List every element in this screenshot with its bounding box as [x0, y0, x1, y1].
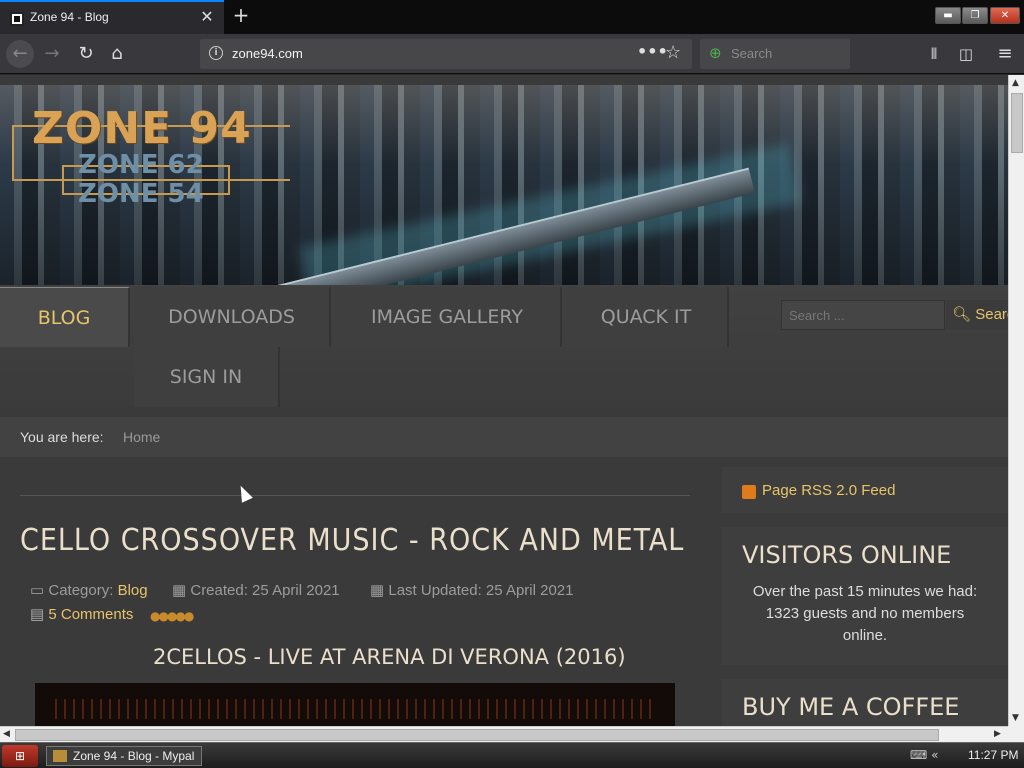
navigation-toolbar: ← → ↻ ⌂ i zone94.com ••• ☆ ⊕ Search ⫴ ◫ … [0, 34, 1024, 74]
scrollbar-corner [1008, 726, 1024, 742]
vertical-scrollbar[interactable]: ▲ ▼ [1008, 75, 1024, 726]
site-search-button[interactable]: 🔍︎ Search [946, 300, 1008, 330]
article-category: ▭ Category: Blog [30, 581, 148, 599]
updated-date: Last Updated: 25 April 2021 [388, 582, 574, 599]
search-engine-icon[interactable]: ⊕ [709, 44, 722, 62]
browser-search-bar[interactable]: ⊕ Search [700, 39, 850, 69]
visitors-panel: VISITORS ONLINE Over the past 15 minutes… [722, 527, 1008, 665]
breadcrumb-home[interactable]: Home [123, 429, 160, 445]
library-icon[interactable]: ⫴ [920, 40, 948, 68]
logo-main: ZONE 94 [32, 103, 252, 154]
restore-button[interactable]: ❐ [962, 7, 988, 24]
folder-icon: ▭ [30, 582, 45, 599]
article-divider [20, 495, 690, 496]
home-icon[interactable]: ⌂ [103, 40, 131, 68]
coffee-panel: BUY ME A COFFEE [722, 679, 1008, 726]
visitors-title: VISITORS ONLINE [742, 541, 952, 569]
logo-sub1: ZONE 62 [78, 150, 204, 180]
search-button-label: Search [975, 306, 1008, 323]
close-window-button[interactable]: ✕ [990, 7, 1020, 24]
logo-sub2: ZONE 54 [78, 179, 204, 209]
tab-zone94[interactable]: Zone 94 - Blog ✕ [0, 0, 224, 34]
browser-search-placeholder[interactable]: Search [731, 46, 772, 61]
scroll-right-icon[interactable]: ▶ [994, 729, 1001, 739]
horizontal-scrollbar[interactable]: ◀ ▶ [0, 726, 1008, 742]
comments-count[interactable]: 5 Comments [48, 606, 133, 623]
site-nav: BLOG DOWNLOADS IMAGE GALLERY QUACK IT SI… [0, 285, 1008, 407]
tab-bar: Zone 94 - Blog ✕ + ▬ ❐ ✕ [0, 0, 1024, 34]
coffee-title: BUY ME A COFFEE [742, 693, 960, 721]
scroll-up-icon[interactable]: ▲ [1012, 78, 1019, 88]
comments-link[interactable]: ▤ 5 Comments [30, 605, 133, 623]
sidebar-icon[interactable]: ◫ [952, 40, 980, 68]
breadcrumb-label: You are here: [20, 429, 104, 445]
taskbar-app-button[interactable]: Zone 94 - Blog - Mypal [46, 746, 202, 766]
visitors-text: Over the past 15 minutes we had: 1323 gu… [752, 583, 978, 644]
tab-title: Zone 94 - Blog [30, 10, 109, 24]
horizontal-scroll-thumb[interactable] [15, 729, 939, 741]
back-arrow-icon[interactable]: ← [6, 40, 34, 68]
rss-icon [742, 485, 756, 499]
url-bar[interactable]: i zone94.com ••• ☆ [200, 39, 692, 69]
start-button[interactable]: ⊞ [2, 745, 38, 767]
nav-sign-in[interactable]: SIGN IN [134, 347, 280, 407]
rating-stars[interactable]: ●●●●● [150, 609, 194, 623]
rss-panel: Page RSS 2.0 Feed [722, 467, 1008, 513]
scroll-left-icon[interactable]: ◀ [3, 729, 10, 739]
article-title[interactable]: CELLO CROSSOVER MUSIC - ROCK AND METAL [20, 523, 684, 558]
nav-image-gallery[interactable]: IMAGE GALLERY [334, 287, 562, 347]
article-created: ▦ Created: 25 April 2021 [172, 581, 340, 599]
close-tab-icon[interactable]: ✕ [198, 7, 216, 26]
hamburger-menu-icon[interactable]: ≡ [991, 40, 1019, 68]
web-page: ZONE 94 ZONE 62 ZONE 54 BLOG DOWNLOADS I… [0, 75, 1008, 726]
minimize-button[interactable]: ▬ [935, 7, 961, 24]
nav-downloads[interactable]: DOWNLOADS [134, 287, 331, 347]
app-icon [53, 750, 67, 762]
nav-blog[interactable]: BLOG [0, 287, 130, 347]
forward-arrow-icon[interactable]: → [38, 40, 66, 68]
article-subtitle: 2CELLOS - LIVE AT ARENA DI VERONA (2016) [153, 645, 626, 669]
taskbar: ⊞ Zone 94 - Blog - Mypal ⌨ « 11:27 PM [0, 742, 1024, 768]
new-tab-button[interactable]: + [230, 4, 252, 26]
search-icon: 🔍︎ [952, 306, 972, 323]
bookmark-star-icon[interactable]: ☆ [665, 42, 681, 63]
url-text[interactable]: zone94.com [232, 46, 303, 61]
category-label: Category: [48, 582, 114, 599]
site-info-icon[interactable]: i [209, 46, 223, 60]
video-embed[interactable] [35, 683, 675, 726]
article-updated: ▦ Last Updated: 25 April 2021 [370, 581, 574, 599]
breadcrumb: You are here: Home [0, 417, 1008, 457]
calendar-icon: ▦ [370, 582, 385, 599]
rss-link[interactable]: Page RSS 2.0 Feed [762, 482, 895, 499]
tray-icons[interactable]: ⌨ « [910, 748, 938, 762]
page-actions-icon[interactable]: ••• [637, 42, 668, 61]
site-banner[interactable]: ZONE 94 ZONE 62 ZONE 54 [0, 85, 1008, 285]
favicon-icon [10, 12, 24, 26]
browser-window: Zone 94 - Blog ✕ + ▬ ❐ ✕ ← → ↻ ⌂ i zone9… [0, 0, 1024, 768]
taskbar-app-label: Zone 94 - Blog - Mypal [73, 749, 195, 763]
calendar-icon: ▦ [172, 582, 187, 599]
video-frame [55, 699, 655, 719]
reload-icon[interactable]: ↻ [72, 40, 100, 68]
clock[interactable]: 11:27 PM [968, 748, 1018, 762]
article: CELLO CROSSOVER MUSIC - ROCK AND METAL ▭… [0, 467, 710, 726]
nav-quack-it[interactable]: QUACK IT [565, 287, 729, 347]
created-date: Created: 25 April 2021 [190, 582, 340, 599]
site-search-input[interactable]: Search ... [781, 300, 945, 330]
vertical-scroll-thumb[interactable] [1011, 93, 1023, 153]
comment-icon: ▤ [30, 606, 45, 623]
scroll-down-icon[interactable]: ▼ [1012, 713, 1019, 723]
category-link[interactable]: Blog [118, 582, 148, 599]
